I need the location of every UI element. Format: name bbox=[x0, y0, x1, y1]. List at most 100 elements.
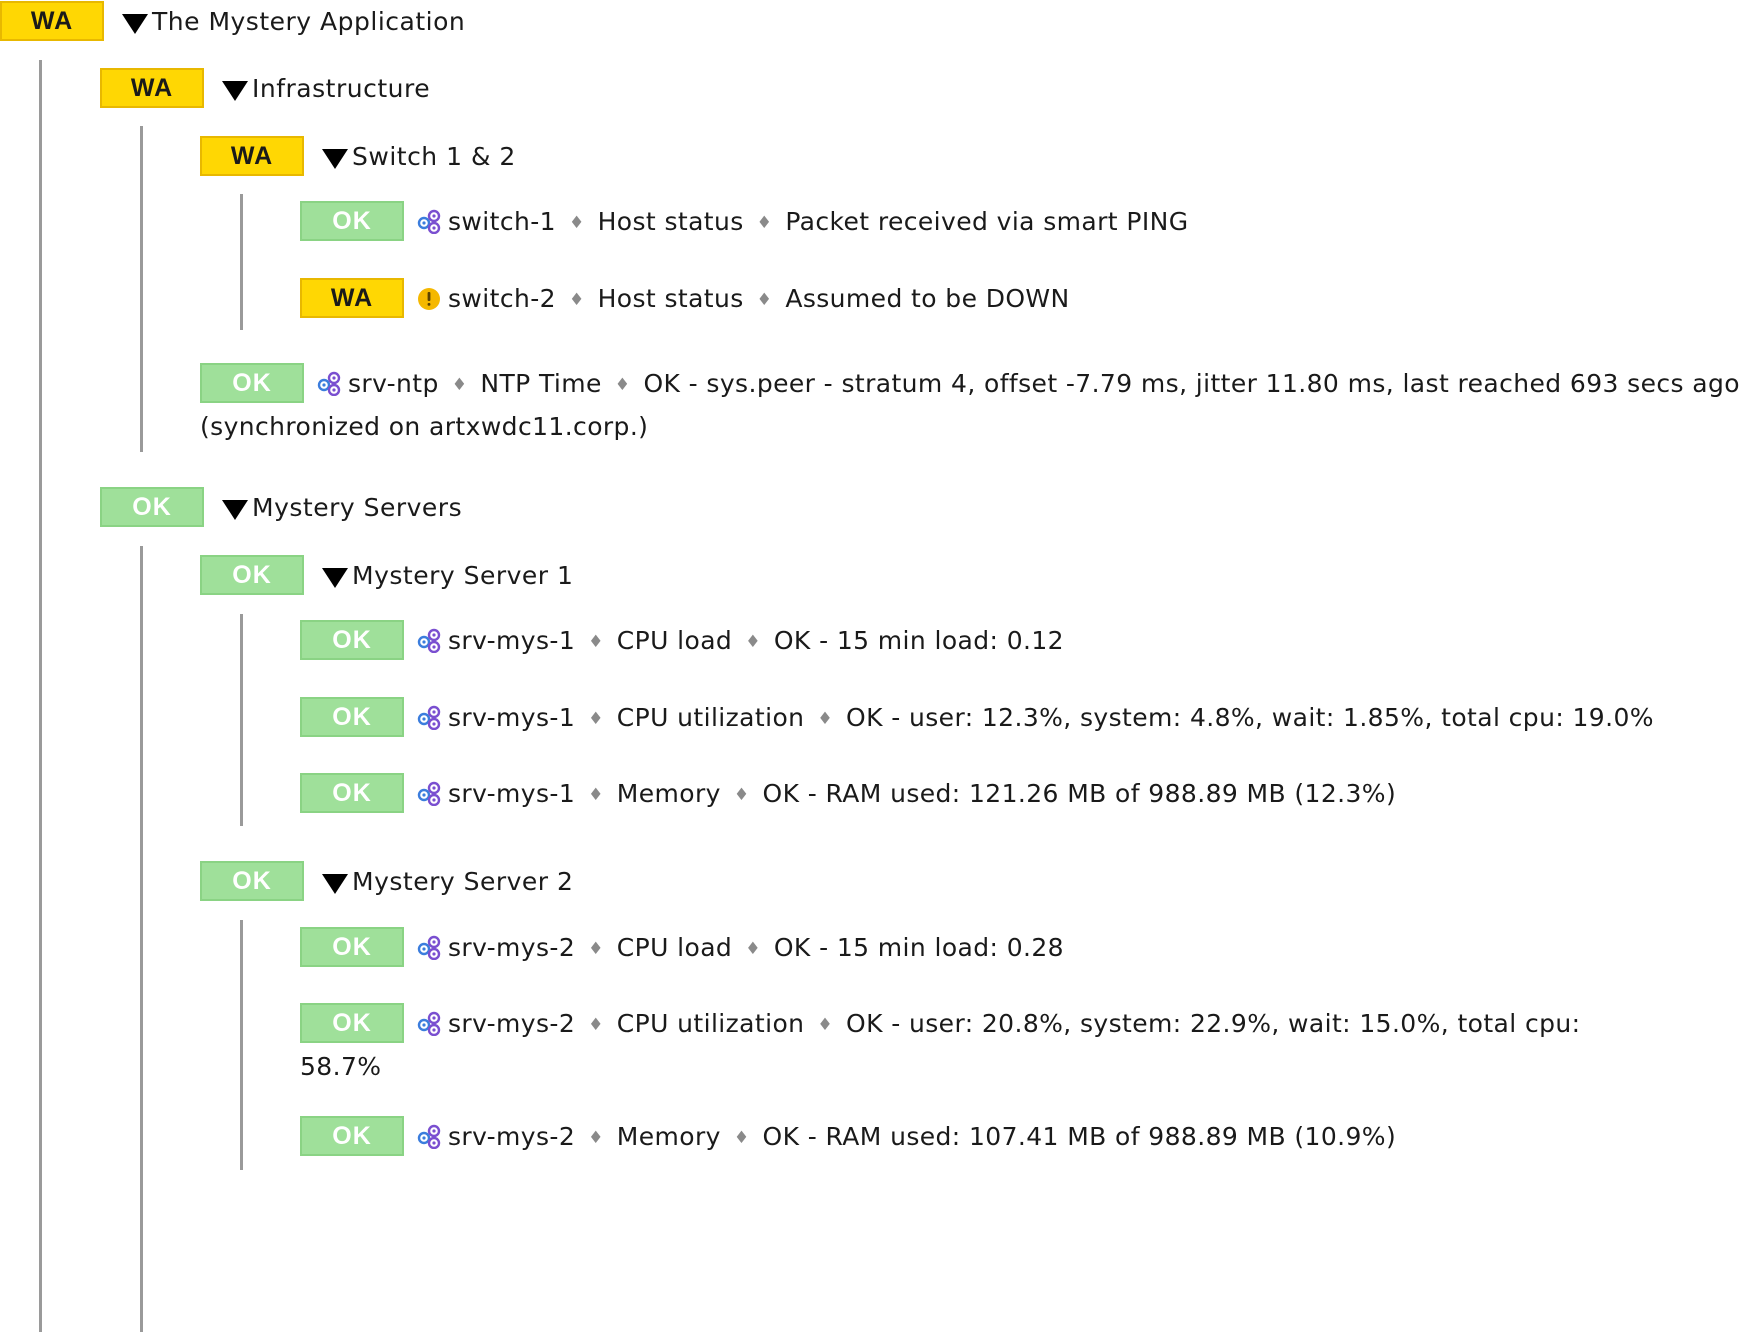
warning-alert-icon[interactable] bbox=[416, 285, 442, 311]
state-badge[interactable]: OK bbox=[200, 363, 304, 403]
host-link[interactable]: srv-mys-2 bbox=[448, 933, 575, 962]
service-icon[interactable] bbox=[316, 370, 342, 396]
collapse-triangle-icon[interactable] bbox=[222, 500, 248, 520]
group-title[interactable]: Mystery Server 2 bbox=[352, 867, 573, 896]
group-title[interactable]: Mystery Server 1 bbox=[352, 561, 573, 590]
separator-diamond: ♦ bbox=[568, 290, 585, 310]
separator-diamond: ♦ bbox=[451, 375, 468, 395]
group-row-mystery-server-2: OK Mystery Server 2 bbox=[200, 860, 573, 902]
group-row-infrastructure: WA Infrastructure bbox=[100, 67, 430, 109]
group-row-root: WA The Mystery Application bbox=[0, 0, 465, 42]
plugin-output: OK - RAM used: 107.41 MB of 988.89 MB (1… bbox=[762, 1122, 1397, 1151]
leaf-row: OK srv-mys-1 ♦ Memory ♦ OK - RAM used: 121.26… bbox=[300, 773, 1740, 817]
service-icon[interactable] bbox=[416, 780, 442, 806]
state-badge[interactable]: WA bbox=[100, 68, 204, 108]
tree-line bbox=[240, 920, 243, 1170]
state-badge[interactable]: OK bbox=[200, 555, 304, 595]
separator-diamond: ♦ bbox=[745, 939, 761, 959]
state-badge[interactable]: WA bbox=[0, 1, 104, 41]
service-link[interactable]: CPU utilization bbox=[617, 1009, 805, 1038]
leaf-row: OK srv-mys-2 ♦ CPU utilization ♦ OK - user: 2… bbox=[300, 1003, 1600, 1087]
tree-line bbox=[39, 60, 42, 1332]
plugin-output: OK - RAM used: 121.26 MB of 988.89 MB (1… bbox=[762, 779, 1397, 808]
service-icon[interactable] bbox=[416, 934, 442, 960]
state-badge[interactable]: WA bbox=[300, 278, 404, 318]
service-icon[interactable] bbox=[416, 208, 442, 234]
state-badge[interactable]: OK bbox=[300, 1116, 404, 1156]
tree-line bbox=[240, 614, 243, 826]
host-link[interactable]: srv-ntp bbox=[348, 369, 439, 398]
group-title[interactable]: Mystery Servers bbox=[252, 493, 462, 522]
service-icon[interactable] bbox=[416, 627, 442, 653]
service-icon[interactable] bbox=[416, 1010, 442, 1036]
group-title[interactable]: Switch 1 & 2 bbox=[352, 142, 516, 171]
separator-diamond: ♦ bbox=[588, 632, 604, 652]
host-link[interactable]: switch-2 bbox=[448, 284, 556, 313]
state-badge[interactable]: OK bbox=[300, 1003, 404, 1043]
leaf-row: OK srv-mys-2 ♦ Memory ♦ OK - RAM used: 107.41… bbox=[300, 1116, 1740, 1160]
service-link[interactable]: Host status bbox=[598, 284, 744, 313]
group-row-mystery-server-1: OK Mystery Server 1 bbox=[200, 554, 573, 596]
separator-diamond: ♦ bbox=[733, 785, 750, 805]
separator-diamond: ♦ bbox=[733, 1128, 750, 1148]
host-link[interactable]: srv-mys-1 bbox=[448, 779, 575, 808]
leaf-row: OK srv-mys-2 ♦ CPU load ♦ OK - 15 min load: 0… bbox=[300, 927, 1740, 971]
service-link[interactable]: Host status bbox=[598, 207, 744, 236]
host-link[interactable]: srv-mys-2 bbox=[448, 1122, 575, 1151]
separator-diamond: ♦ bbox=[588, 939, 604, 959]
separator-diamond: ♦ bbox=[588, 709, 604, 729]
leaf-row: OK srv-mys-1 ♦ CPU utilization ♦ OK - user: 1… bbox=[300, 697, 1750, 741]
state-badge[interactable]: OK bbox=[300, 697, 404, 737]
collapse-triangle-icon[interactable] bbox=[122, 14, 148, 34]
collapse-triangle-icon[interactable] bbox=[222, 81, 248, 101]
separator-diamond: ♦ bbox=[745, 632, 761, 652]
plugin-output: OK - user: 12.3%, system: 4.8%, wait: 1.… bbox=[846, 703, 1654, 732]
collapse-triangle-icon[interactable] bbox=[322, 149, 348, 169]
group-title[interactable]: Infrastructure bbox=[252, 74, 430, 103]
leaf-row: OK switch-1 ♦ Host status ♦ Packet received v… bbox=[300, 201, 1740, 245]
group-title[interactable]: The Mystery Application bbox=[152, 7, 465, 36]
separator-diamond: ♦ bbox=[588, 1015, 604, 1035]
separator-diamond: ♦ bbox=[588, 1128, 604, 1148]
service-link[interactable]: Memory bbox=[617, 1122, 721, 1151]
service-link[interactable]: CPU utilization bbox=[617, 703, 805, 732]
state-badge[interactable]: OK bbox=[300, 927, 404, 967]
collapse-triangle-icon[interactable] bbox=[322, 874, 348, 894]
separator-diamond: ♦ bbox=[756, 213, 773, 233]
tree-line bbox=[140, 126, 143, 452]
plugin-output: Assumed to be DOWN bbox=[785, 284, 1070, 313]
state-badge[interactable]: OK bbox=[300, 201, 404, 241]
leaf-row: WA switch-2 ♦ Host status ♦ Assumed to be DOW… bbox=[300, 278, 1740, 322]
service-link[interactable]: NTP Time bbox=[480, 369, 601, 398]
separator-diamond: ♦ bbox=[588, 785, 604, 805]
service-link[interactable]: CPU load bbox=[617, 933, 732, 962]
service-icon[interactable] bbox=[416, 1123, 442, 1149]
separator-diamond: ♦ bbox=[817, 709, 834, 729]
separator-diamond: ♦ bbox=[817, 1015, 834, 1035]
collapse-triangle-icon[interactable] bbox=[322, 568, 348, 588]
tree-line bbox=[240, 194, 243, 330]
service-link[interactable]: Memory bbox=[617, 779, 721, 808]
state-badge[interactable]: OK bbox=[100, 487, 204, 527]
plugin-output: Packet received via smart PING bbox=[785, 207, 1189, 236]
group-row-mystery-servers: OK Mystery Servers bbox=[100, 486, 462, 528]
state-badge[interactable]: OK bbox=[300, 773, 404, 813]
host-link[interactable]: srv-mys-2 bbox=[448, 1009, 575, 1038]
group-row-switches: WA Switch 1 & 2 bbox=[200, 135, 516, 177]
plugin-output: OK - 15 min load: 0.28 bbox=[773, 933, 1064, 962]
state-badge[interactable]: OK bbox=[200, 861, 304, 901]
plugin-output: OK - 15 min load: 0.12 bbox=[773, 626, 1064, 655]
state-badge[interactable]: OK bbox=[300, 620, 404, 660]
leaf-row: OK srv-mys-1 ♦ CPU load ♦ OK - 15 min load: 0… bbox=[300, 620, 1740, 664]
host-link[interactable]: srv-mys-1 bbox=[448, 703, 575, 732]
host-link[interactable]: switch-1 bbox=[448, 207, 556, 236]
service-icon[interactable] bbox=[416, 704, 442, 730]
leaf-row: OK srv-ntp ♦ NTP Time ♦ OK - sys.peer - strat… bbox=[200, 363, 1740, 447]
bi-aggregation-tree: WA The Mystery Application WA Infrastruc… bbox=[0, 0, 1761, 1332]
host-link[interactable]: srv-mys-1 bbox=[448, 626, 575, 655]
state-badge[interactable]: WA bbox=[200, 136, 304, 176]
separator-diamond: ♦ bbox=[614, 375, 631, 395]
tree-line bbox=[140, 546, 143, 1332]
service-link[interactable]: CPU load bbox=[617, 626, 732, 655]
separator-diamond: ♦ bbox=[756, 290, 773, 310]
